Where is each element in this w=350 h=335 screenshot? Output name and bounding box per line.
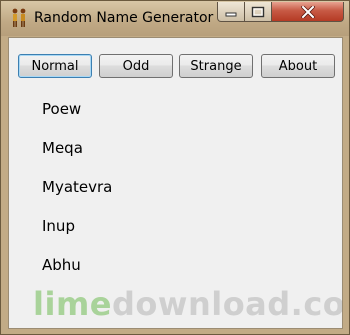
- list-item: Meqa: [42, 139, 83, 157]
- list-item: Myatevra: [42, 178, 113, 196]
- list-item: Abhu: [42, 256, 81, 274]
- window-title: Random Name Generator: [34, 10, 214, 26]
- watermark-part2: download.com: [111, 285, 342, 323]
- watermark: limedownload.com: [33, 285, 342, 323]
- odd-button[interactable]: Odd: [99, 54, 173, 78]
- about-button[interactable]: About: [261, 54, 335, 78]
- normal-button[interactable]: Normal: [18, 54, 92, 78]
- list-item: Poew: [42, 100, 82, 118]
- watermark-part1: lime: [33, 285, 112, 323]
- app-window: Random Name Generator Normal Odd Strange…: [0, 0, 350, 335]
- client-area: Normal Odd Strange About Poew Meqa Myate…: [8, 37, 343, 329]
- strange-button[interactable]: Strange: [179, 54, 253, 78]
- minimize-button[interactable]: [217, 2, 245, 22]
- title-bar[interactable]: Random Name Generator: [1, 1, 349, 36]
- close-icon: [300, 5, 315, 18]
- minimize-icon: [225, 12, 237, 16]
- close-button[interactable]: [272, 2, 344, 22]
- figures-icon: [12, 8, 26, 27]
- maximize-icon: [251, 6, 265, 17]
- list-item: Inup: [42, 217, 75, 235]
- maximize-button[interactable]: [245, 2, 272, 22]
